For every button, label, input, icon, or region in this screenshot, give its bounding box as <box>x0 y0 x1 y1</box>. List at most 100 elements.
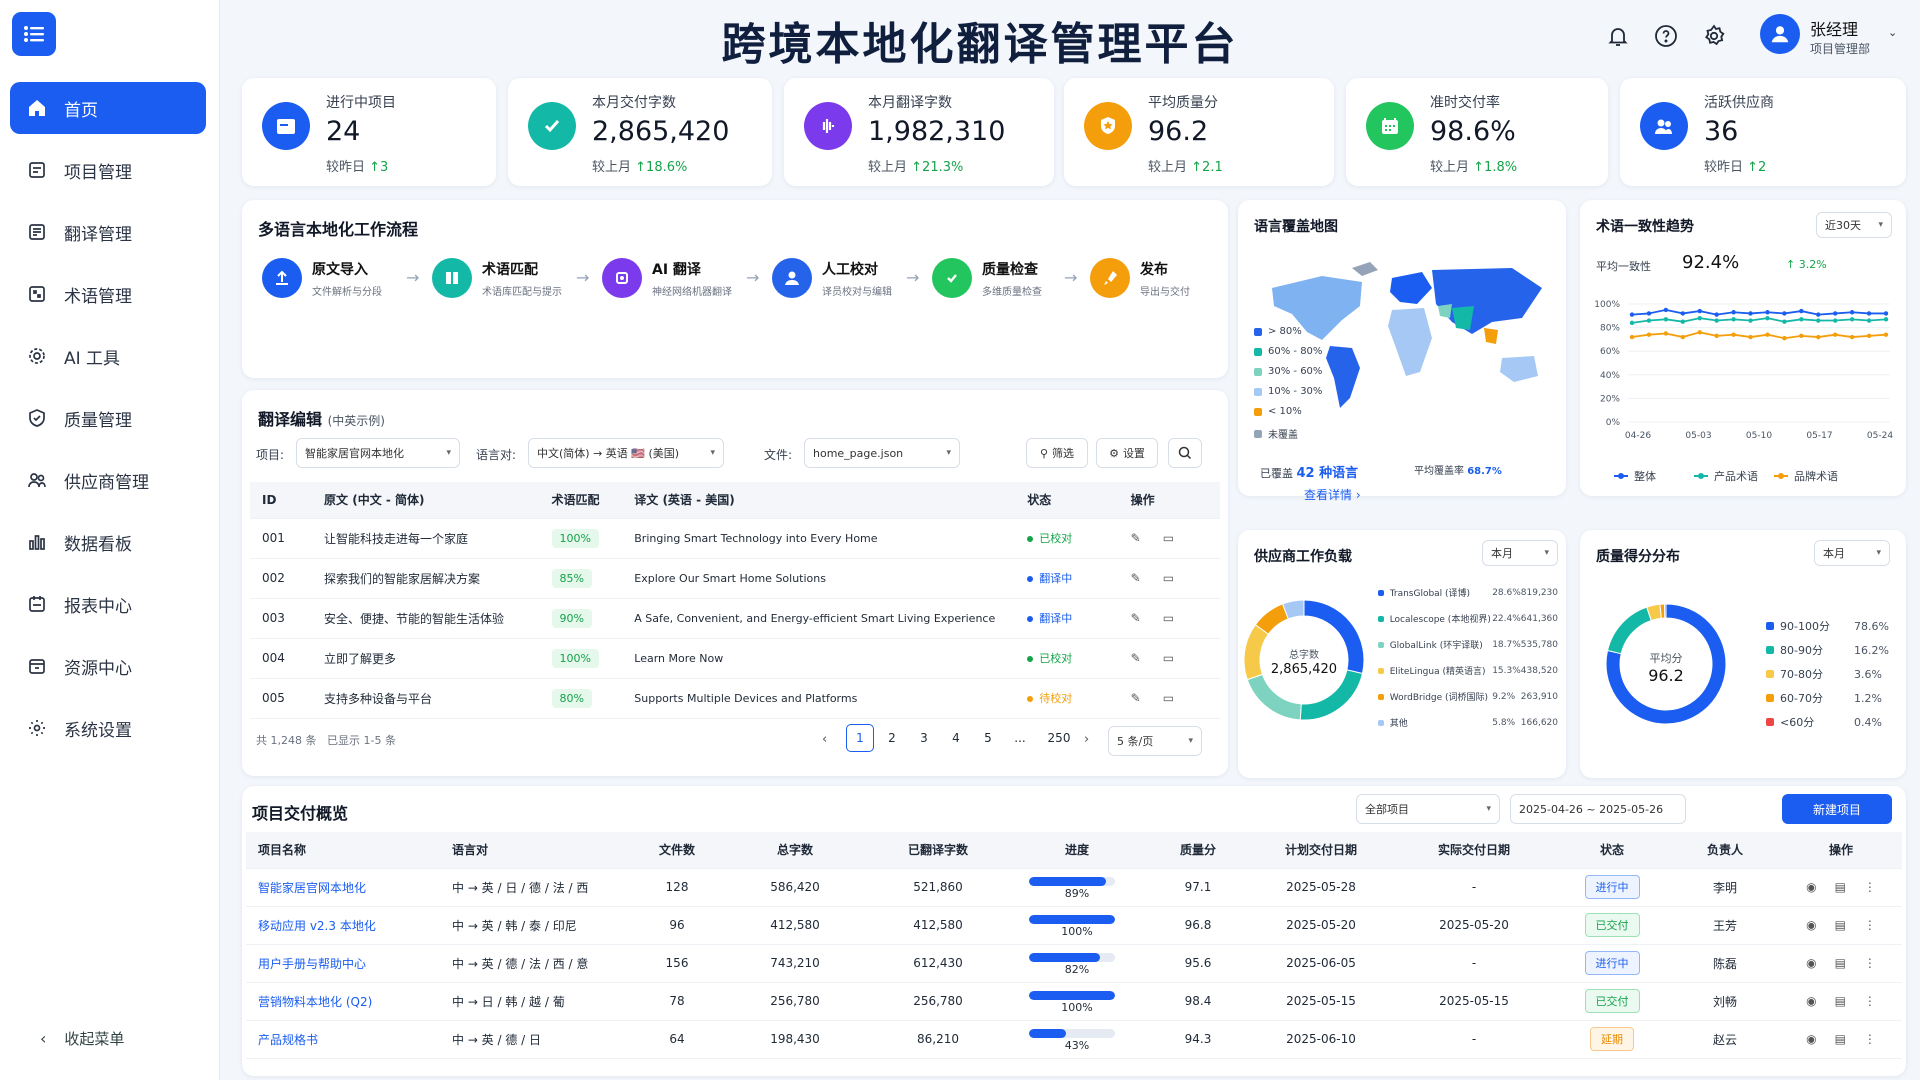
table-row[interactable]: 智能家居官网本地化中 → 英 / 日 / 德 / 法 / 西 128 586,420… <box>246 868 1902 907</box>
source-text[interactable]: 支持多种设备与平台 <box>312 678 540 719</box>
eye-icon[interactable]: ◉ <box>1806 1032 1816 1046</box>
table-row[interactable]: 002 探索我们的智能家居解决方案 85% Explore Our Smart Hom… <box>250 558 1220 599</box>
sidebar-item-0[interactable]: 首页 <box>10 82 206 134</box>
search-icon[interactable] <box>1168 438 1202 468</box>
table-row[interactable]: 移动应用 v2.3 本地化中 → 英 / 韩 / 泰 / 印尼 96 412,580… <box>246 906 1902 945</box>
page-3[interactable]: 4 <box>942 724 970 752</box>
sidebar-item-9[interactable]: 资源中心 <box>10 640 206 692</box>
edit-icon[interactable]: ✎ <box>1131 651 1141 665</box>
chevron-down-icon[interactable]: ⌄ <box>1888 26 1897 39</box>
edit-icon[interactable]: ✎ <box>1131 571 1141 585</box>
eye-icon[interactable]: ◉ <box>1806 880 1816 894</box>
eye-icon[interactable]: ◉ <box>1806 918 1816 932</box>
more-icon[interactable]: ⋮ <box>1864 994 1876 1008</box>
stat-card-4[interactable]: 准时交付率 98.6% 较上月 ↑1.8% <box>1346 78 1608 186</box>
sidebar-item-7[interactable]: 数据看板 <box>10 516 206 568</box>
table-row[interactable]: 005 支持多种设备与平台 80% Supports Multiple Devices… <box>250 678 1220 719</box>
workflow-step-0[interactable]: 原文导入 文件解析与分段 <box>262 258 382 298</box>
source-text[interactable]: 探索我们的智能家居解决方案 <box>312 558 540 599</box>
language-pair-select[interactable]: 中文(简体) → 英语 🇺🇸 (美国) ▾ <box>528 438 724 468</box>
menu-icon[interactable] <box>12 12 56 56</box>
project-name-link[interactable]: 产品规格书 <box>246 1020 440 1059</box>
date-range-picker[interactable]: 2025-04-26 ~ 2025-05-26 <box>1510 794 1686 824</box>
filter-button[interactable]: ⚲ 筛选 <box>1026 438 1088 468</box>
help-icon[interactable] <box>1652 22 1680 50</box>
bell-icon[interactable] <box>1604 22 1632 50</box>
page-5[interactable]: ... <box>1006 724 1034 752</box>
collapse-menu-button[interactable]: ‹ 收起菜单 <box>40 1028 124 1049</box>
stat-card-1[interactable]: 本月交付字数 2,865,420 较上月 ↑18.6% <box>508 78 772 186</box>
target-text[interactable]: Learn More Now <box>622 638 1016 679</box>
stat-card-3[interactable]: 平均质量分 96.2 较上月 ↑2.1 <box>1064 78 1334 186</box>
comment-icon[interactable]: ▭ <box>1163 691 1174 705</box>
sidebar-item-6[interactable]: 供应商管理 <box>10 454 206 506</box>
project-name-link[interactable]: 智能家居官网本地化 <box>246 868 440 907</box>
page-2[interactable]: 3 <box>910 724 938 752</box>
comment-icon[interactable]: ▭ <box>1163 571 1174 585</box>
table-row[interactable]: 用户手册与帮助中心中 → 英 / 德 / 法 / 西 / 意 156 743,210… <box>246 944 1902 983</box>
vendor-range-select[interactable]: 本月 ▾ <box>1482 540 1558 566</box>
chart-icon[interactable]: ▤ <box>1835 956 1846 970</box>
target-text[interactable]: Bringing Smart Technology into Every Hom… <box>622 518 1016 559</box>
stat-card-0[interactable]: 进行中项目 24 较昨日 ↑3 <box>242 78 496 186</box>
project-select[interactable]: 智能家居官网本地化 ▾ <box>296 438 460 468</box>
stat-card-5[interactable]: 活跃供应商 36 较昨日 ↑2 <box>1620 78 1906 186</box>
project-name-link[interactable]: 移动应用 v2.3 本地化 <box>246 906 440 945</box>
chart-icon[interactable]: ▤ <box>1835 880 1846 894</box>
sidebar-item-4[interactable]: AI 工具 <box>10 330 206 382</box>
edit-icon[interactable]: ✎ <box>1131 611 1141 625</box>
chart-icon[interactable]: ▤ <box>1835 994 1846 1008</box>
project-name-link[interactable]: 用户手册与帮助中心 <box>246 944 440 983</box>
stat-card-2[interactable]: 本月翻译字数 1,982,310 较上月 ↑21.3% <box>784 78 1054 186</box>
workflow-step-2[interactable]: AI 翻译 神经网络机器翻译 <box>602 258 732 298</box>
sidebar-item-2[interactable]: 翻译管理 <box>10 206 206 258</box>
target-text[interactable]: Supports Multiple Devices and Platforms <box>622 678 1016 719</box>
source-text[interactable]: 安全、便捷、节能的智能生活体验 <box>312 598 540 639</box>
workflow-step-4[interactable]: 质量检查 多维质量检查 <box>932 258 1042 298</box>
prev-page-icon[interactable]: ‹ <box>822 732 827 747</box>
table-row[interactable]: 003 安全、便捷、节能的智能生活体验 90% A Safe, Convenient,… <box>250 598 1220 639</box>
edit-icon[interactable]: ✎ <box>1131 691 1141 705</box>
term-range-select[interactable]: 近30天 ▾ <box>1816 212 1892 238</box>
chart-icon[interactable]: ▤ <box>1835 918 1846 932</box>
table-row[interactable]: 004 立即了解更多 100% Learn More Now 已校对 ✎ ▭ <box>250 638 1220 679</box>
sidebar-item-1[interactable]: 项目管理 <box>10 144 206 196</box>
view-detail-link[interactable]: 查看详情 › <box>1304 486 1361 503</box>
target-text[interactable]: A Safe, Convenient, and Energy-efficient… <box>622 598 1016 639</box>
avatar[interactable] <box>1760 14 1800 54</box>
page-0[interactable]: 1 <box>846 724 874 752</box>
comment-icon[interactable]: ▭ <box>1163 651 1174 665</box>
table-row[interactable]: 营销物料本地化 (Q2) 中 → 日 / 韩 / 越 / 葡 78 256,780 25… <box>246 982 1902 1021</box>
eye-icon[interactable]: ◉ <box>1806 956 1816 970</box>
workflow-step-1[interactable]: 术语匹配 术语库匹配与提示 <box>432 258 562 298</box>
quality-range-select[interactable]: 本月 ▾ <box>1814 540 1890 566</box>
project-name-link[interactable]: 营销物料本地化 (Q2) <box>246 982 440 1021</box>
source-text[interactable]: 立即了解更多 <box>312 638 540 679</box>
sidebar-item-5[interactable]: 质量管理 <box>10 392 206 444</box>
source-text[interactable]: 让智能科技走进每一个家庭 <box>312 518 540 559</box>
page-1[interactable]: 2 <box>878 724 906 752</box>
more-icon[interactable]: ⋮ <box>1864 880 1876 894</box>
chart-icon[interactable]: ▤ <box>1835 1032 1846 1046</box>
gear-icon[interactable] <box>1700 22 1728 50</box>
eye-icon[interactable]: ◉ <box>1806 994 1816 1008</box>
file-select[interactable]: home_page.json ▾ <box>804 438 960 468</box>
more-icon[interactable]: ⋮ <box>1864 918 1876 932</box>
comment-icon[interactable]: ▭ <box>1163 531 1174 545</box>
next-page-icon[interactable]: › <box>1084 732 1089 747</box>
page-6[interactable]: 250 <box>1042 724 1076 752</box>
table-row[interactable]: 001 让智能科技走进每一个家庭 100% Bringing Smart Techno… <box>250 518 1220 559</box>
table-row[interactable]: 产品规格书中 → 英 / 德 / 日 64 198,430 86,210 43% 94.3… <box>246 1020 1902 1059</box>
workflow-step-5[interactable]: 发布 导出与交付 <box>1090 258 1190 298</box>
comment-icon[interactable]: ▭ <box>1163 611 1174 625</box>
target-text[interactable]: Explore Our Smart Home Solutions <box>622 558 1016 599</box>
more-icon[interactable]: ⋮ <box>1864 1032 1876 1046</box>
more-icon[interactable]: ⋮ <box>1864 956 1876 970</box>
workflow-step-3[interactable]: 人工校对 译员校对与编辑 <box>772 258 892 298</box>
sidebar-item-10[interactable]: 系统设置 <box>10 702 206 754</box>
page-4[interactable]: 5 <box>974 724 1002 752</box>
edit-icon[interactable]: ✎ <box>1131 531 1141 545</box>
settings-button[interactable]: ⚙ 设置 <box>1096 438 1158 468</box>
project-filter-select[interactable]: 全部项目 ▾ <box>1356 794 1500 824</box>
sidebar-item-8[interactable]: 报表中心 <box>10 578 206 630</box>
